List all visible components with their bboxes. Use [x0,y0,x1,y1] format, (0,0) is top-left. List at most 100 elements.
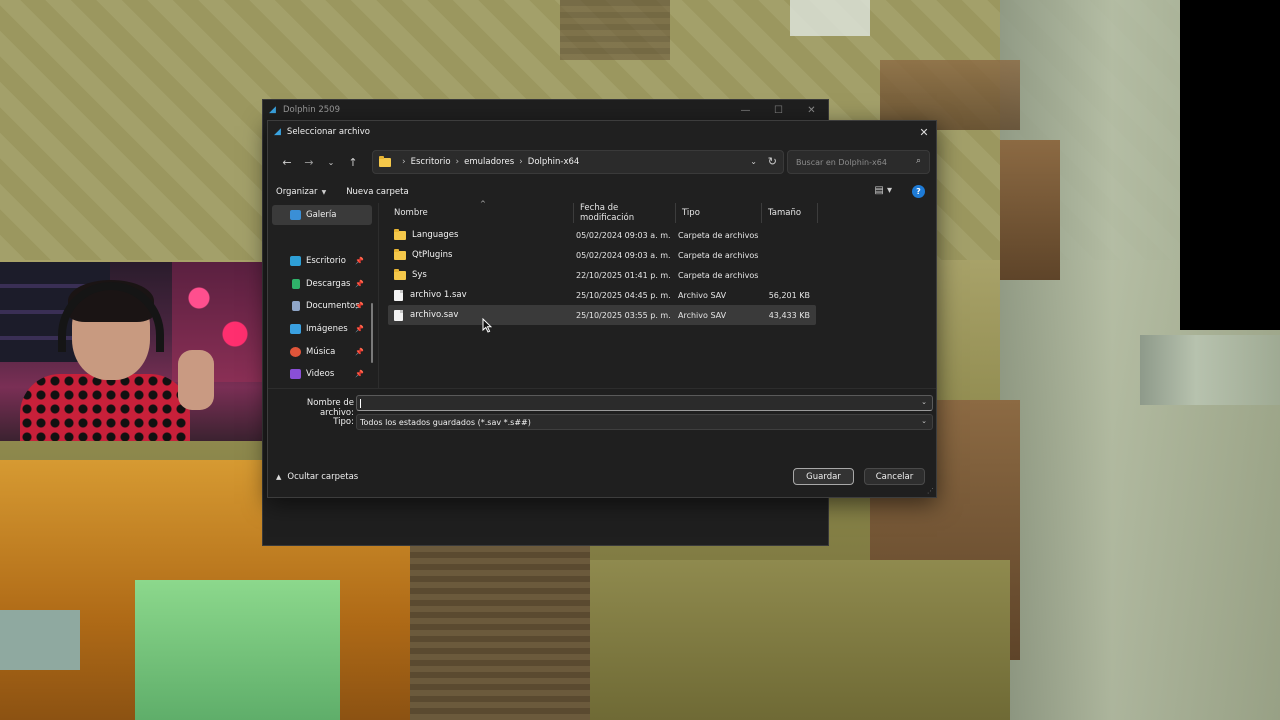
images-icon [290,324,301,334]
column-header-name[interactable]: Nombre ^ [388,200,574,223]
recent-locations-chevron-icon[interactable]: ⌄ [320,151,342,173]
save-file-dialog: ◢ Seleccionar archivo ✕ ← → ⌄ ↑ › Escrit… [267,120,937,498]
file-row[interactable]: Sys 22/10/2025 01:41 p. m. Carpeta de ar… [388,265,816,285]
downloads-icon [292,279,300,289]
pin-icon: 📌 [355,370,364,378]
nav-item-musica[interactable]: Música 📌 [272,342,372,362]
up-arrow-icon[interactable]: ↑ [342,151,364,173]
nav-item-documentos[interactable]: Documentos 📌 [272,296,372,316]
file-name: QtPlugins [412,250,453,260]
column-header-modified[interactable]: Fecha de modificación [574,203,676,223]
dialog-close-icon[interactable]: ✕ [916,124,932,140]
file-type: Archivo SAV [678,310,727,320]
file-type-select[interactable]: Todos los estados guardados (*.sav *.s##… [356,414,933,430]
game-void [1180,0,1280,330]
help-icon[interactable]: ? [912,185,925,198]
file-type: Carpeta de archivos [678,230,759,240]
file-size [762,265,810,285]
file-name: Sys [412,270,427,280]
game-floor-lower [590,560,1010,720]
view-options-icon[interactable]: ▤ ▾ [874,185,892,196]
file-modified: 25/10/2025 04:45 p. m. [576,290,671,300]
file-name-cell: Languages [394,225,458,245]
file-modified: 22/10/2025 01:41 p. m. [576,270,671,280]
new-folder-button[interactable]: Nueva carpeta [346,187,408,197]
search-input[interactable]: Buscar en Dolphin-x64 ⌕ [787,150,930,174]
game-ladder [560,0,670,60]
breadcrumb-escritorio[interactable]: Escritorio [411,157,451,167]
close-icon[interactable]: ✕ [795,100,828,120]
maximize-icon[interactable]: ☐ [762,100,795,120]
file-icon [394,309,403,321]
file-row[interactable]: archivo 1.sav 25/10/2025 04:45 p. m. Arc… [388,285,816,305]
navigation-pane: Galería Escritorio 📌 Descargas 📌 Documen… [268,203,378,388]
file-name: Languages [412,230,459,240]
nav-item-escritorio[interactable]: Escritorio 📌 [272,251,372,271]
pin-icon: 📌 [355,280,364,288]
breadcrumb-separator-icon: › [402,157,406,167]
game-grate [410,545,590,720]
breadcrumb-emuladores[interactable]: emuladores [464,157,514,167]
file-row[interactable]: Languages 05/02/2024 09:03 a. m. Carpeta… [388,225,816,245]
save-button[interactable]: Guardar [793,468,854,485]
save-button-label: Guardar [806,471,841,482]
refresh-icon[interactable]: ↻ [768,155,777,168]
nav-item-imagenes[interactable]: Imágenes 📌 [272,319,372,339]
nav-item-label: Imágenes [306,324,348,334]
filename-label: Nombre de archivo: [306,398,354,418]
dolphin-app-icon: ◢ [274,127,281,137]
organize-label: Organizar [276,187,318,197]
breadcrumb-separator-icon: › [455,157,460,167]
music-icon [290,347,301,357]
pane-divider[interactable] [378,203,379,388]
organize-button[interactable]: Organizar ▼ [276,187,326,197]
file-type: Carpeta de archivos [678,250,759,260]
pin-icon: 📌 [355,325,364,333]
hide-folders-toggle[interactable]: ▲ Ocultar carpetas [276,472,358,482]
mouse-cursor-icon [482,318,492,333]
text-caret [360,399,361,408]
resize-grip-icon[interactable]: ⋰ [927,487,934,495]
nav-pane-scrollbar[interactable] [371,303,373,363]
nav-item-label: Música [306,347,336,357]
file-size: 43,433 KB [768,310,810,320]
nav-item-galeria[interactable]: Galería [272,205,372,225]
dolphin-window-controls: — ☐ ✕ [729,100,828,120]
address-bar[interactable]: › Escritorio › emuladores › Dolphin-x64 … [372,150,784,174]
address-dropdown-chevron-icon[interactable]: ⌄ [750,157,757,166]
type-dropdown-chevron-icon: ⌄ [921,417,927,425]
dialog-title: Seleccionar archivo [286,127,371,137]
type-label: Tipo: [333,417,354,427]
search-icon: ⌕ [915,156,921,166]
nav-item-label: Videos [306,369,335,379]
column-header-name-label: Nombre [394,208,428,218]
file-name-cell: archivo.sav [394,305,458,325]
back-arrow-icon[interactable]: ← [276,151,298,173]
breadcrumb-separator-icon: › [519,157,523,167]
column-header-type[interactable]: Tipo [676,203,762,223]
filename-input[interactable]: ⌄ [356,395,933,411]
file-row[interactable]: QtPlugins 05/02/2024 09:03 a. m. Carpeta… [388,245,816,265]
hide-folders-label: Ocultar carpetas [287,472,359,482]
column-header-type-label: Tipo [682,208,700,218]
pin-icon: 📌 [355,348,364,356]
file-name-cell: Sys [394,265,427,285]
cancel-button[interactable]: Cancelar [864,468,925,485]
file-modified: 05/02/2024 09:03 a. m. [576,230,671,240]
forward-arrow-icon[interactable]: → [298,151,320,173]
file-list: Nombre ^ Fecha de modificación Tipo Tama… [388,200,818,388]
chevron-up-icon: ▲ [276,473,282,481]
breadcrumb-dolphin-x64[interactable]: Dolphin-x64 [528,157,580,167]
nav-item-descargas[interactable]: Descargas 📌 [272,274,372,294]
file-size [762,225,810,245]
pin-icon: 📌 [355,257,364,265]
file-size [762,245,810,265]
game-small-box [0,610,80,670]
column-header-size[interactable]: Tamaño [762,203,818,223]
minimize-icon[interactable]: — [729,100,762,120]
filename-dropdown-chevron-icon[interactable]: ⌄ [921,398,927,406]
file-modified: 25/10/2025 03:55 p. m. [576,310,671,320]
file-modified: 05/02/2024 09:03 a. m. [576,250,671,260]
file-row-selected[interactable]: archivo.sav 25/10/2025 03:55 p. m. Archi… [388,305,816,325]
nav-item-videos[interactable]: Videos 📌 [272,364,372,384]
